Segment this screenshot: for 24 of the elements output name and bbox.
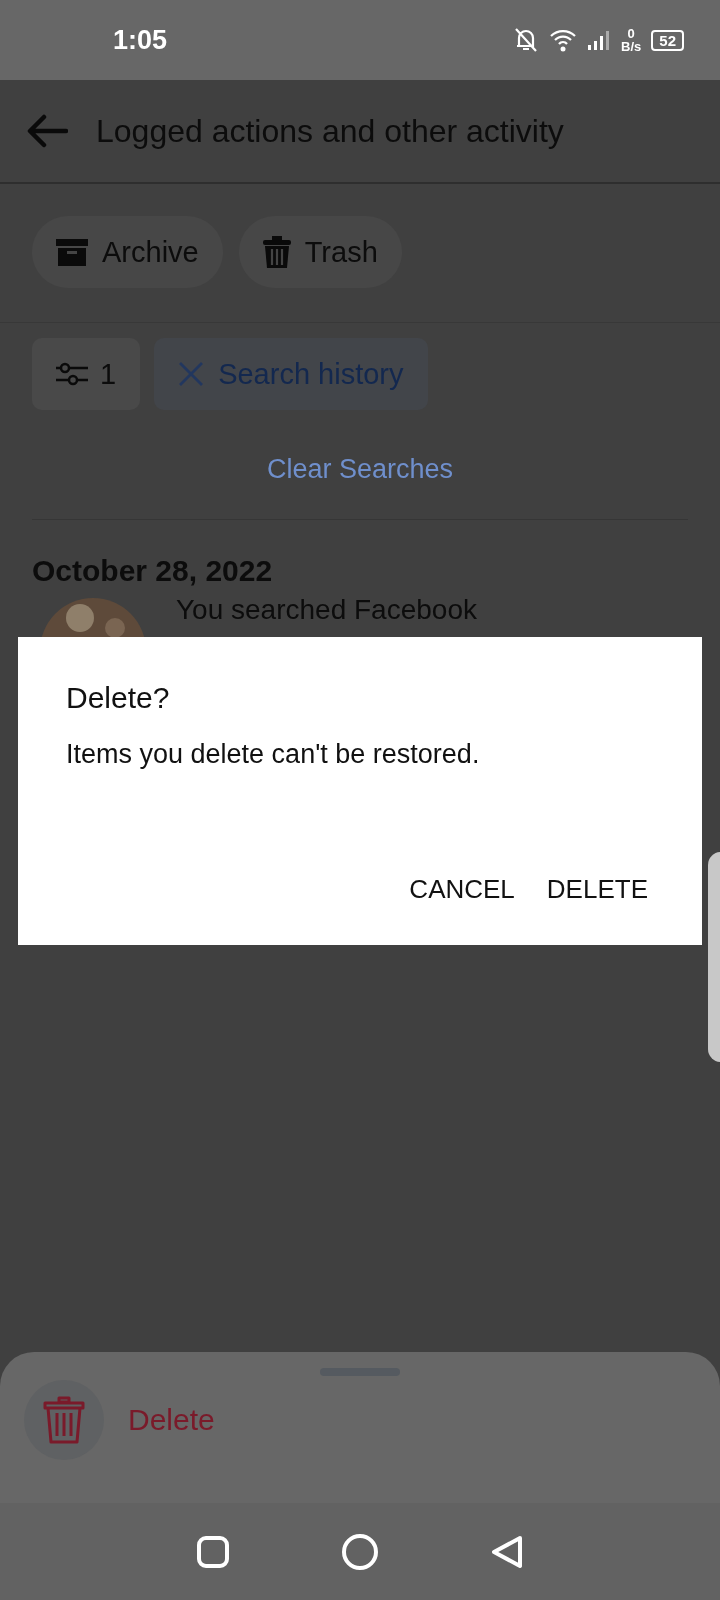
status-time: 1:05 bbox=[113, 24, 168, 56]
recents-icon[interactable] bbox=[195, 1534, 230, 1569]
battery-level: 52 bbox=[651, 29, 684, 51]
dialog-button[interactable]: DELETE bbox=[540, 868, 654, 911]
archive-box-icon bbox=[56, 237, 88, 267]
view-chip[interactable]: Trash bbox=[238, 216, 402, 288]
dialog-title: Delete? bbox=[66, 681, 171, 715]
home-icon[interactable] bbox=[341, 1532, 379, 1571]
sliders-icon bbox=[56, 362, 88, 386]
speed-value: 0 bbox=[627, 27, 635, 40]
clear-searches-link[interactable]: Clear Searches bbox=[266, 454, 454, 485]
back-icon[interactable] bbox=[490, 1533, 525, 1570]
bell-off-icon bbox=[513, 26, 540, 54]
signal-icon bbox=[587, 29, 612, 51]
dialog-message: Items you delete can't be restored. bbox=[66, 739, 481, 770]
close-icon bbox=[178, 361, 205, 387]
filter-button[interactable]: 1 bbox=[32, 338, 141, 410]
trash-icon bbox=[262, 235, 291, 269]
wifi-icon bbox=[549, 27, 578, 53]
dialog-button[interactable]: CANCEL bbox=[403, 868, 521, 911]
view-chip[interactable]: Archive bbox=[32, 216, 223, 288]
trash-icon bbox=[43, 1396, 85, 1444]
speed-unit: B/s bbox=[621, 40, 642, 53]
delete-action[interactable]: Delete bbox=[128, 1403, 215, 1437]
